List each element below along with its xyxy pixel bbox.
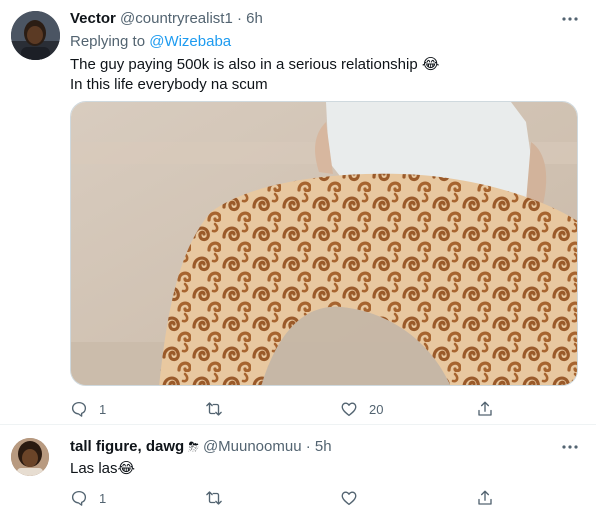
reply-button[interactable]: 1 bbox=[70, 487, 106, 509]
tweet-text-line: In this life everybody na scum bbox=[70, 76, 268, 93]
tweet[interactable]: tall figure, dawg ⛈ @Muunoomuu · 5h Las … bbox=[0, 426, 596, 513]
heart-icon bbox=[341, 402, 357, 417]
reply-button[interactable]: 1 bbox=[70, 398, 106, 420]
share-button[interactable] bbox=[476, 487, 494, 509]
timestamp[interactable]: 6h bbox=[246, 10, 263, 27]
tweet[interactable]: Vector @countryrealist1 · 6h Replying to… bbox=[0, 0, 596, 425]
author-handle[interactable]: @countryrealist1 bbox=[120, 10, 233, 27]
tweet-header: tall figure, dawg ⛈ @Muunoomuu · 5h bbox=[70, 437, 332, 457]
retweet-icon bbox=[206, 491, 222, 505]
separator-dot: · bbox=[236, 10, 242, 27]
avatar[interactable] bbox=[11, 11, 60, 60]
reply-count: 1 bbox=[99, 401, 107, 417]
share-button[interactable] bbox=[476, 398, 494, 420]
more-horizontal-icon[interactable] bbox=[562, 9, 578, 29]
retweet-button[interactable] bbox=[205, 487, 234, 509]
reply-count: 1 bbox=[99, 490, 107, 506]
storm-cloud-icon: ⛈ bbox=[188, 439, 199, 454]
share-icon bbox=[478, 401, 492, 416]
timestamp[interactable]: 5h bbox=[315, 438, 332, 455]
separator-dot: · bbox=[305, 438, 311, 455]
like-count: 20 bbox=[369, 401, 384, 417]
tweet-photo[interactable] bbox=[70, 101, 578, 386]
avatar[interactable] bbox=[11, 438, 49, 476]
author-name[interactable]: tall figure, dawg bbox=[70, 438, 184, 455]
author-handle[interactable]: @Muunoomuu bbox=[203, 438, 302, 455]
tweet-actions: 1 20 bbox=[70, 398, 510, 420]
reply-bubble-icon bbox=[71, 401, 87, 417]
replying-to-link[interactable]: @Wizebaba bbox=[149, 33, 231, 50]
tweet-text-line: The guy paying 500k is also in a serious… bbox=[70, 56, 440, 73]
replying-to: Replying to @Wizebaba bbox=[70, 32, 231, 52]
more-horizontal-icon[interactable] bbox=[562, 437, 578, 457]
retweet-button[interactable] bbox=[205, 398, 234, 420]
tweet-text-line: Las las😂 bbox=[70, 460, 136, 477]
retweet-icon bbox=[206, 402, 222, 416]
like-button[interactable]: 20 bbox=[340, 398, 383, 420]
like-button[interactable] bbox=[340, 487, 369, 509]
replying-prefix: Replying to bbox=[70, 33, 150, 50]
tweet-header: Vector @countryrealist1 · 6h bbox=[70, 9, 263, 29]
author-name[interactable]: Vector bbox=[70, 10, 116, 27]
reply-bubble-icon bbox=[71, 490, 87, 506]
share-icon bbox=[478, 490, 492, 505]
tweet-actions: 1 bbox=[70, 487, 510, 509]
heart-icon bbox=[341, 491, 357, 506]
